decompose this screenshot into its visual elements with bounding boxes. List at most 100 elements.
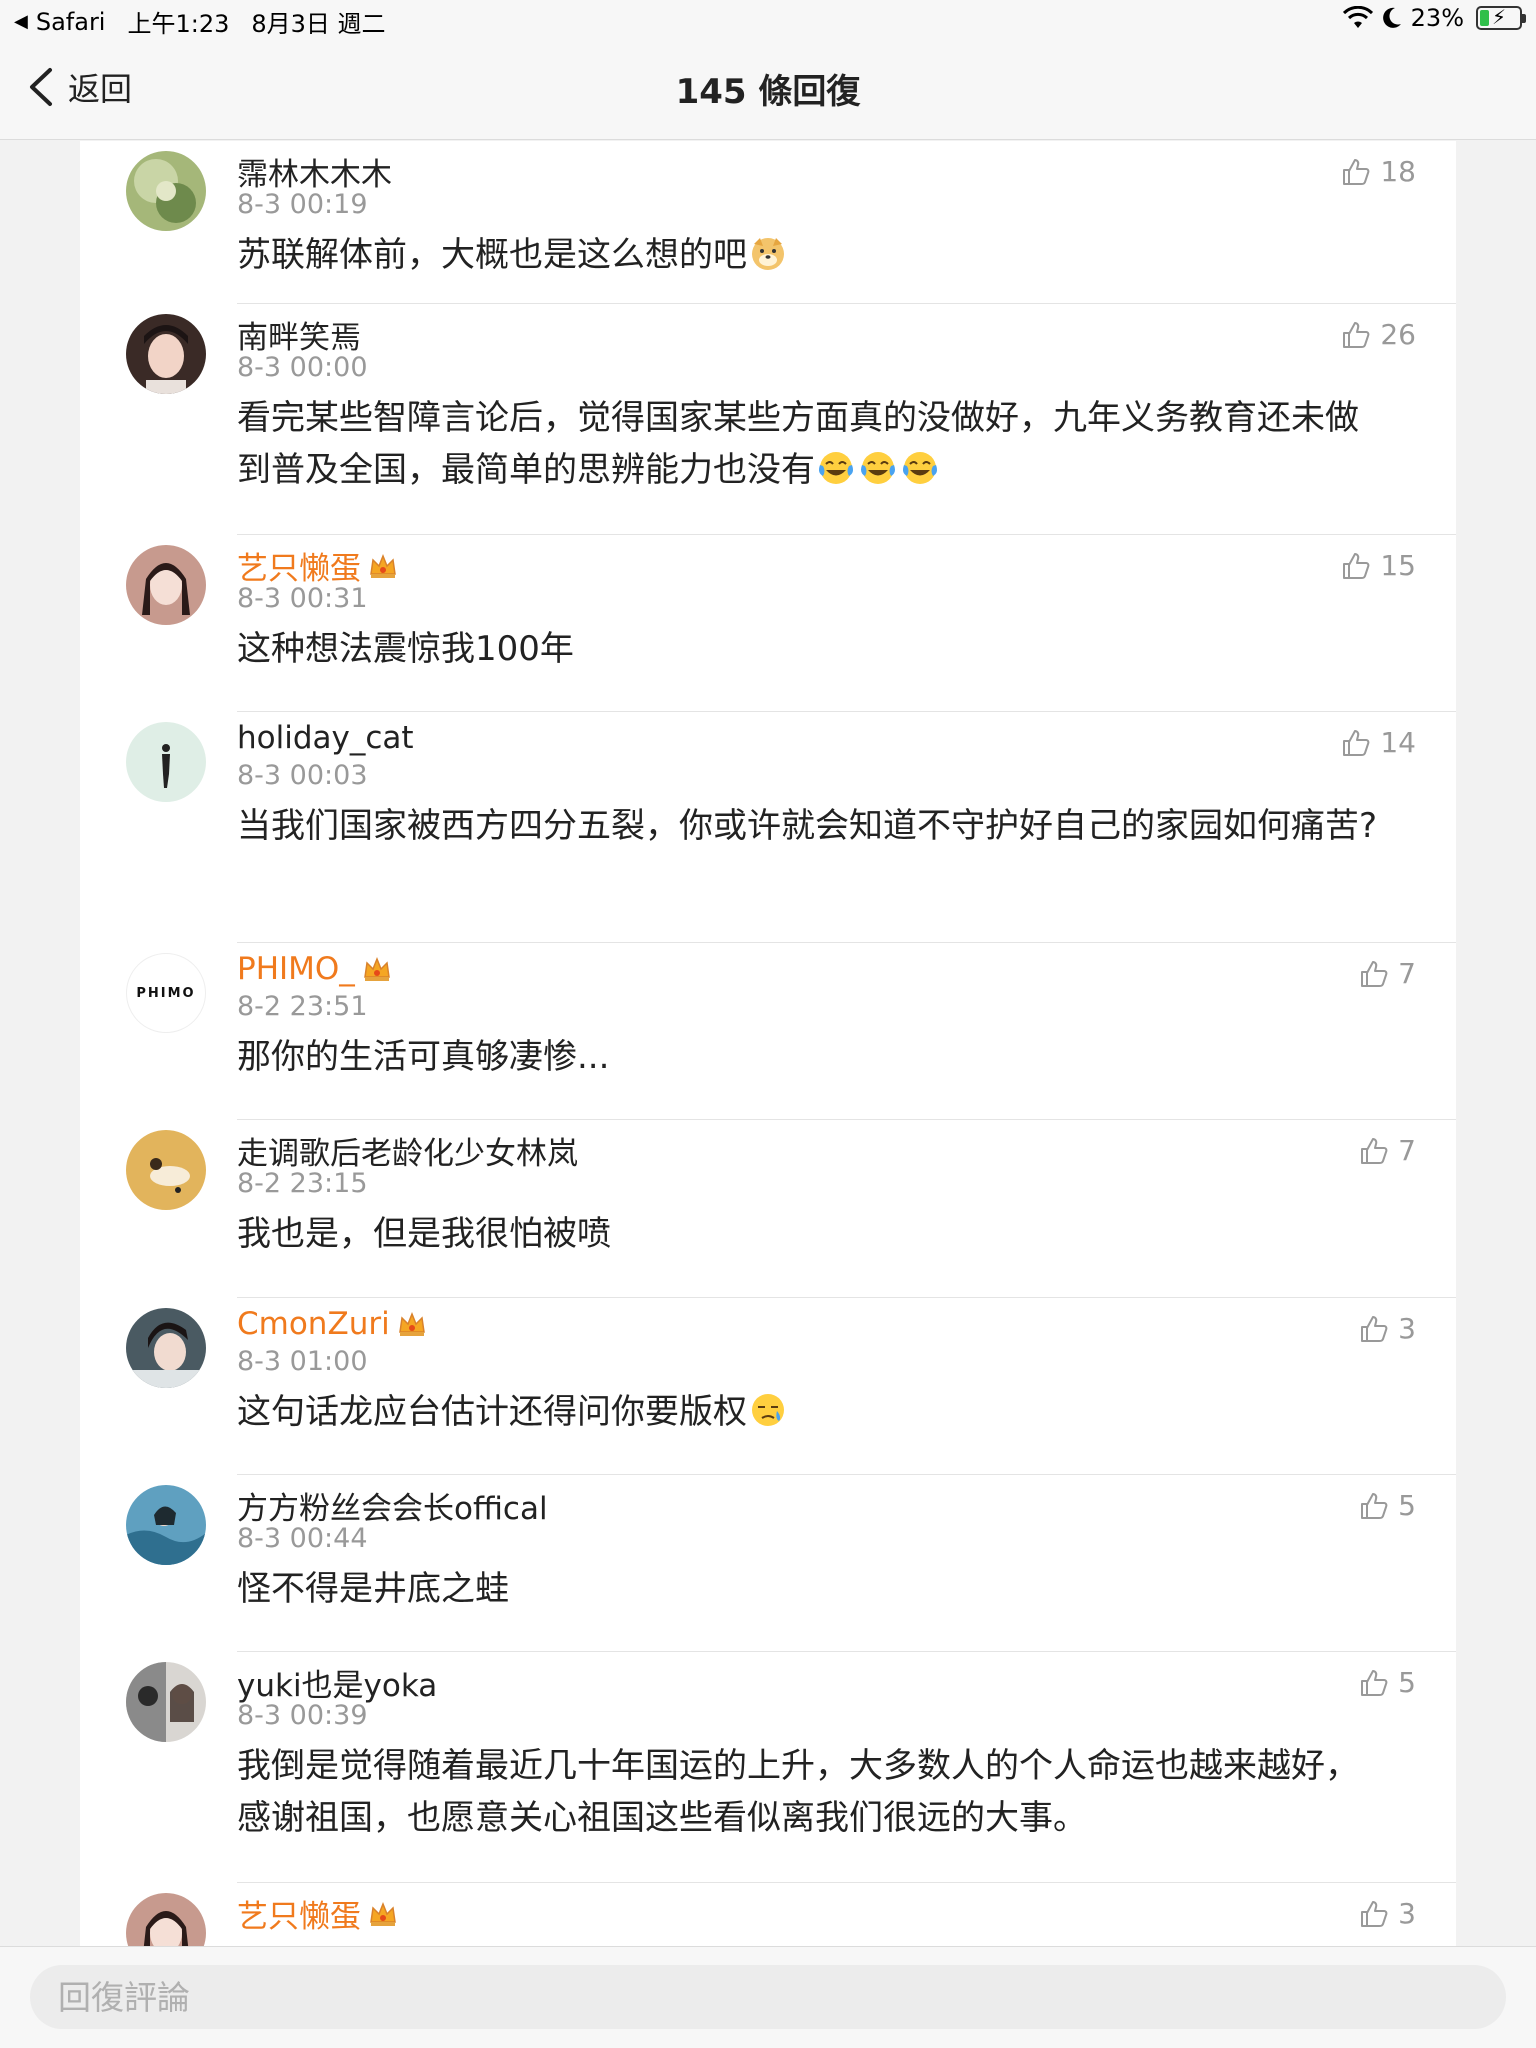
vip-crown-icon [363,956,390,981]
like-button[interactable]: 5 [1358,1666,1416,1699]
avatar[interactable] [126,545,206,625]
comment-username[interactable]: 走调歌后老龄化少女林岚 [237,1128,578,1173]
avatar-image [126,1485,206,1565]
battery-fill [1480,10,1489,26]
laugh-cry-emoji-icon [819,452,853,484]
like-count: 14 [1380,726,1416,759]
avatar[interactable] [126,1308,206,1388]
back-to-app-icon[interactable]: ◀ [14,11,28,32]
comment-time: 8-2 23:15 [237,1168,368,1199]
like-button[interactable]: 26 [1340,318,1416,351]
page-title: 145 條回復 [675,72,861,112]
comment-username[interactable]: PHIMO_ [237,951,393,987]
comment-username[interactable]: 艺只懒蛋 [237,543,399,588]
comment-item: CmonZuri 8-3 01:00 3 这句话龙应台估计还得问你要版权 [80,1298,1456,1475]
comment-item: holiday_cat 8-3 00:03 14 当我们国家被西方四分五裂，你或… [80,712,1456,943]
avatar-image [126,314,206,394]
comment-username[interactable]: yuki也是yoka [237,1660,437,1705]
thumbs-up-icon [1361,1669,1388,1696]
like-button[interactable]: 15 [1340,549,1416,582]
comment-time: 8-3 00:03 [237,760,368,791]
like-count: 7 [1398,1134,1416,1167]
comment-text: 我倒是觉得随着最近几十年国运的上升，大多数人的个人命运也越来越好，感谢祖国，也愿… [237,1746,1359,1838]
like-button[interactable]: 7 [1358,1134,1416,1167]
avatar[interactable]: PHIMO [126,953,206,1033]
like-count: 15 [1380,549,1416,582]
comment-text-content: 看完某些智障言论后，觉得国家某些方面真的没做好，九年义务教育还未做到普及全国，最… [237,398,1359,490]
comment-username[interactable]: CmonZuri [237,1306,428,1342]
avatar[interactable] [126,1130,206,1210]
comment-username[interactable]: 方方粉丝会会长offical [237,1483,548,1528]
like-count: 7 [1398,957,1416,990]
comment-item: PHIMO PHIMO_ 8-2 23:51 7 那你的生活可真够凄惨... [80,943,1456,1120]
reply-bar [0,1946,1536,2048]
username-text: PHIMO_ [237,951,355,987]
avatar-image [126,1308,206,1388]
status-app-name[interactable]: Safari [36,8,106,36]
laugh-cry-emoji-icon [861,452,895,484]
battery-icon: ⚡ [1476,5,1526,30]
like-button[interactable]: 18 [1340,155,1416,188]
avatar[interactable] [126,1485,206,1565]
avatar-logo-text: PHIMO [136,986,196,1001]
vip-crown-icon [370,1901,396,1926]
comment-item: 走调歌后老龄化少女林岚 8-2 23:15 7 我也是，但是我很怕被喷 [80,1120,1456,1298]
comment-time: 8-3 00:19 [237,189,368,220]
username-text: CmonZuri [237,1306,390,1342]
nav-bar: 返回 145 條回復 [0,40,1536,140]
comment-username[interactable]: 霈林木木木 [237,149,392,194]
reply-input[interactable] [30,1965,1506,2029]
avatar[interactable] [126,1662,206,1742]
like-button[interactable]: 5 [1358,1489,1416,1522]
avatar-image [126,722,206,802]
charging-bolt-icon: ⚡ [1492,5,1507,29]
moon-icon [1382,7,1401,28]
like-count: 3 [1398,1312,1416,1345]
comment-list[interactable]: 霈林木木木 8-3 00:19 18 苏联解体前，大概也是这么想的吧 南畔笑焉 … [80,141,1456,1946]
avatar[interactable] [126,151,206,231]
avatar[interactable] [126,722,206,802]
status-left: ◀ Safari 上午1:23 8月3日 週二 [14,4,386,39]
comment-text: 苏联解体前，大概也是这么想的吧 [237,229,1387,281]
sweat-emoji-icon [752,1394,784,1426]
username-text: holiday_cat [237,720,414,756]
comment-username[interactable]: 南畔笑焉 [237,312,361,357]
comment-username[interactable]: 艺只懒蛋 [237,1891,399,1936]
avatar-image [126,151,206,231]
comment-text: 我也是，但是我很怕被喷 [237,1214,611,1254]
like-count: 18 [1380,155,1416,188]
username-text: 霈林木木木 [237,157,392,193]
like-button[interactable]: 7 [1358,957,1416,990]
comment-text: 这种想法震惊我100年 [237,629,574,669]
comment-item: 南畔笑焉 8-3 00:00 26 看完某些智障言论后，觉得国家某些方面真的没做… [80,304,1456,535]
like-button[interactable]: 3 [1358,1312,1416,1345]
wifi-icon [1342,6,1373,28]
thumbs-up-icon [1343,729,1370,756]
like-button[interactable]: 14 [1340,726,1416,759]
comment-time: 8-3 00:00 [237,352,368,383]
like-count: 26 [1380,318,1416,351]
comment-item: yuki也是yoka 8-3 00:39 5 我倒是觉得随着最近几十年国运的上升… [80,1652,1456,1883]
like-count: 3 [1398,1897,1416,1930]
comment-time: 8-3 00:39 [237,1700,368,1731]
comment-item: 方方粉丝会会长offical 8-3 00:44 5 怪不得是井底之蛙 [80,1475,1456,1652]
comment-item: 艺只懒蛋 8-3 00:31 15 这种想法震惊我100年 [80,535,1456,712]
avatar-image [126,545,206,625]
avatar[interactable] [126,1893,206,1946]
thumbs-up-icon [1343,321,1370,348]
comment-text: 那你的生活可真够凄惨... [237,1037,610,1077]
username-text: 艺只懒蛋 [237,551,361,587]
username-text: 南畔笑焉 [237,320,361,356]
comment-text: 当我们国家被西方四分五裂，你或许就会知道不守护好自己的家园如何痛苦? [237,806,1378,846]
comment-time: 8-3 00:31 [237,583,368,614]
status-right: 23% ⚡ [1342,4,1526,32]
status-bar: ◀ Safari 上午1:23 8月3日 週二 23% ⚡ [0,0,1536,40]
username-text: yuki也是yoka [237,1668,438,1704]
thumbs-up-icon [1361,1900,1388,1927]
like-button[interactable]: 3 [1358,1897,1416,1930]
like-count: 5 [1398,1666,1416,1699]
comment-username[interactable]: holiday_cat [237,720,414,756]
avatar[interactable] [126,314,206,394]
avatar-image [126,1130,206,1210]
vip-crown-icon [370,553,396,578]
